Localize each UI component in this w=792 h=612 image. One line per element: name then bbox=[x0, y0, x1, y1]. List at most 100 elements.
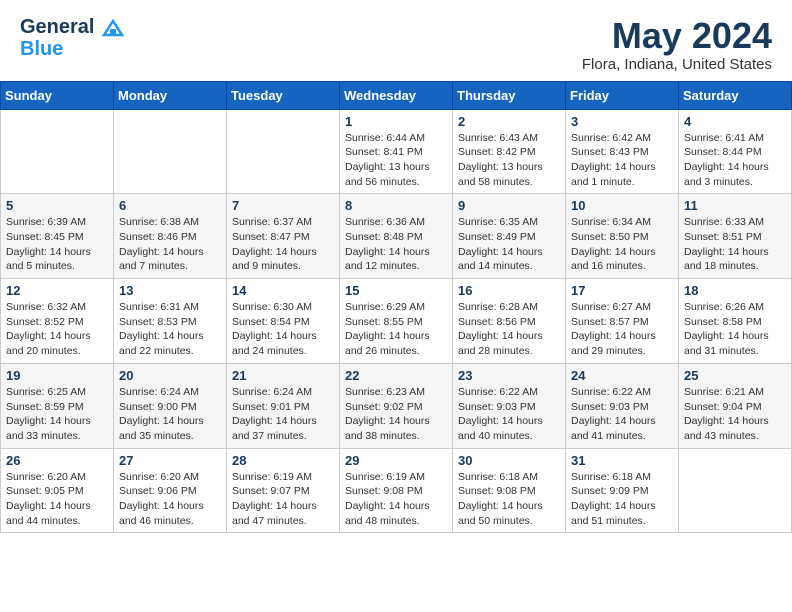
calendar-cell: 11Sunrise: 6:33 AM Sunset: 8:51 PM Dayli… bbox=[679, 194, 792, 279]
calendar-cell: 14 Sunrise: 6:30 AM Sunset: 8:54 PM Dayli… bbox=[227, 279, 340, 364]
day-info: Sunrise: 6:39 AM Sunset: 8:45 PM Dayligh… bbox=[6, 215, 108, 274]
calendar-week-row: 26 Sunrise: 6:20 AM Sunset: 9:05 PM Dayli… bbox=[1, 448, 792, 533]
calendar-cell: 18 Sunrise: 6:26 AM Sunset: 8:58 PM Dayli… bbox=[679, 279, 792, 364]
day-info: Sunrise: 6:18 AM Sunset: 9:08 PM Dayligh… bbox=[458, 470, 560, 529]
day-number: 12 bbox=[6, 283, 108, 298]
day-info: Sunrise: 6:32 AM Sunset: 8:52 PM Dayligh… bbox=[6, 300, 108, 359]
day-info: Sunrise: 6:30 AM Sunset: 8:54 PM Dayligh… bbox=[232, 300, 334, 359]
day-of-week-header: Thursday bbox=[453, 81, 566, 109]
day-number: 1 bbox=[345, 114, 447, 129]
calendar-cell: 2 Sunrise: 6:43 AM Sunset: 8:42 PM Daylig… bbox=[453, 109, 566, 194]
day-info: Sunrise: 6:22 AM Sunset: 9:03 PM Dayligh… bbox=[458, 385, 560, 444]
day-info: Sunrise: 6:23 AM Sunset: 9:02 PM Dayligh… bbox=[345, 385, 447, 444]
day-info: Sunrise: 6:18 AM Sunset: 9:09 PM Dayligh… bbox=[571, 470, 673, 529]
day-of-week-header: Sunday bbox=[1, 81, 114, 109]
day-number: 10 bbox=[571, 198, 673, 213]
calendar-cell: 24 Sunrise: 6:22 AM Sunset: 9:03 PM Dayli… bbox=[566, 363, 679, 448]
calendar-cell: 1 Sunrise: 6:44 AM Sunset: 8:41 PM Daylig… bbox=[340, 109, 453, 194]
day-number: 7 bbox=[232, 198, 334, 213]
day-number: 2 bbox=[458, 114, 560, 129]
day-number: 13 bbox=[119, 283, 221, 298]
calendar-cell: 15Sunrise: 6:29 AM Sunset: 8:55 PM Dayli… bbox=[340, 279, 453, 364]
day-info: Sunrise: 6:37 AM Sunset: 8:47 PM Dayligh… bbox=[232, 215, 334, 274]
day-number: 3 bbox=[571, 114, 673, 129]
day-number: 5 bbox=[6, 198, 108, 213]
day-info: Sunrise: 6:25 AM Sunset: 8:59 PM Dayligh… bbox=[6, 385, 108, 444]
calendar-cell: 30 Sunrise: 6:18 AM Sunset: 9:08 PM Dayli… bbox=[453, 448, 566, 533]
day-number: 11 bbox=[684, 198, 786, 213]
logo: General Blue bbox=[20, 16, 124, 60]
day-number: 16 bbox=[458, 283, 560, 298]
day-number: 19 bbox=[6, 368, 108, 383]
day-info: Sunrise: 6:24 AM Sunset: 9:00 PM Dayligh… bbox=[119, 385, 221, 444]
calendar-header-row: SundayMondayTuesdayWednesdayThursdayFrid… bbox=[1, 81, 792, 109]
day-info: Sunrise: 6:36 AM Sunset: 8:48 PM Dayligh… bbox=[345, 215, 447, 274]
day-number: 6 bbox=[119, 198, 221, 213]
calendar-cell: 25Sunrise: 6:21 AM Sunset: 9:04 PM Dayli… bbox=[679, 363, 792, 448]
day-number: 14 bbox=[232, 283, 334, 298]
day-number: 28 bbox=[232, 453, 334, 468]
day-info: Sunrise: 6:19 AM Sunset: 9:08 PM Dayligh… bbox=[345, 470, 447, 529]
calendar-cell bbox=[114, 109, 227, 194]
calendar-cell: 28Sunrise: 6:19 AM Sunset: 9:07 PM Dayli… bbox=[227, 448, 340, 533]
day-of-week-header: Saturday bbox=[679, 81, 792, 109]
calendar-cell: 29 Sunrise: 6:19 AM Sunset: 9:08 PM Dayli… bbox=[340, 448, 453, 533]
calendar-cell: 10 Sunrise: 6:34 AM Sunset: 8:50 PM Dayli… bbox=[566, 194, 679, 279]
day-number: 8 bbox=[345, 198, 447, 213]
calendar-cell: 21 Sunrise: 6:24 AM Sunset: 9:01 PM Dayli… bbox=[227, 363, 340, 448]
calendar-cell: 20 Sunrise: 6:24 AM Sunset: 9:00 PM Dayli… bbox=[114, 363, 227, 448]
day-info: Sunrise: 6:41 AM Sunset: 8:44 PM Dayligh… bbox=[684, 131, 786, 190]
day-info: Sunrise: 6:38 AM Sunset: 8:46 PM Dayligh… bbox=[119, 215, 221, 274]
day-of-week-header: Monday bbox=[114, 81, 227, 109]
day-number: 31 bbox=[571, 453, 673, 468]
day-info: Sunrise: 6:44 AM Sunset: 8:41 PM Dayligh… bbox=[345, 131, 447, 190]
calendar-cell bbox=[227, 109, 340, 194]
day-info: Sunrise: 6:24 AM Sunset: 9:01 PM Dayligh… bbox=[232, 385, 334, 444]
calendar-cell: 5 Sunrise: 6:39 AM Sunset: 8:45 PM Daylig… bbox=[1, 194, 114, 279]
day-info: Sunrise: 6:26 AM Sunset: 8:58 PM Dayligh… bbox=[684, 300, 786, 359]
day-of-week-header: Friday bbox=[566, 81, 679, 109]
day-info: Sunrise: 6:20 AM Sunset: 9:06 PM Dayligh… bbox=[119, 470, 221, 529]
day-info: Sunrise: 6:28 AM Sunset: 8:56 PM Dayligh… bbox=[458, 300, 560, 359]
calendar-cell: 4Sunrise: 6:41 AM Sunset: 8:44 PM Daylig… bbox=[679, 109, 792, 194]
calendar-table: SundayMondayTuesdayWednesdayThursdayFrid… bbox=[0, 81, 792, 534]
day-info: Sunrise: 6:42 AM Sunset: 8:43 PM Dayligh… bbox=[571, 131, 673, 190]
calendar-cell bbox=[1, 109, 114, 194]
day-of-week-header: Wednesday bbox=[340, 81, 453, 109]
day-number: 26 bbox=[6, 453, 108, 468]
day-info: Sunrise: 6:29 AM Sunset: 8:55 PM Dayligh… bbox=[345, 300, 447, 359]
day-number: 20 bbox=[119, 368, 221, 383]
day-info: Sunrise: 6:43 AM Sunset: 8:42 PM Dayligh… bbox=[458, 131, 560, 190]
day-number: 24 bbox=[571, 368, 673, 383]
day-number: 30 bbox=[458, 453, 560, 468]
day-info: Sunrise: 6:27 AM Sunset: 8:57 PM Dayligh… bbox=[571, 300, 673, 359]
day-info: Sunrise: 6:31 AM Sunset: 8:53 PM Dayligh… bbox=[119, 300, 221, 359]
day-number: 22 bbox=[345, 368, 447, 383]
logo-blue-text: Blue bbox=[20, 38, 124, 60]
day-of-week-header: Tuesday bbox=[227, 81, 340, 109]
calendar-cell: 9Sunrise: 6:35 AM Sunset: 8:49 PM Daylig… bbox=[453, 194, 566, 279]
day-number: 9 bbox=[458, 198, 560, 213]
day-number: 18 bbox=[684, 283, 786, 298]
calendar-week-row: 5 Sunrise: 6:39 AM Sunset: 8:45 PM Daylig… bbox=[1, 194, 792, 279]
calendar-week-row: 1 Sunrise: 6:44 AM Sunset: 8:41 PM Daylig… bbox=[1, 109, 792, 194]
logo-text: General bbox=[20, 16, 124, 38]
calendar-cell: 31 Sunrise: 6:18 AM Sunset: 9:09 PM Dayli… bbox=[566, 448, 679, 533]
day-info: Sunrise: 6:34 AM Sunset: 8:50 PM Dayligh… bbox=[571, 215, 673, 274]
day-info: Sunrise: 6:21 AM Sunset: 9:04 PM Dayligh… bbox=[684, 385, 786, 444]
calendar-cell: 6 Sunrise: 6:38 AM Sunset: 8:46 PM Daylig… bbox=[114, 194, 227, 279]
day-info: Sunrise: 6:20 AM Sunset: 9:05 PM Dayligh… bbox=[6, 470, 108, 529]
calendar-week-row: 19 Sunrise: 6:25 AM Sunset: 8:59 PM Dayli… bbox=[1, 363, 792, 448]
calendar-cell: 16 Sunrise: 6:28 AM Sunset: 8:56 PM Dayli… bbox=[453, 279, 566, 364]
day-number: 21 bbox=[232, 368, 334, 383]
title-block: May 2024 Flora, Indiana, United States bbox=[582, 16, 772, 73]
calendar-cell: 12 Sunrise: 6:32 AM Sunset: 8:52 PM Dayli… bbox=[1, 279, 114, 364]
calendar-cell: 23Sunrise: 6:22 AM Sunset: 9:03 PM Dayli… bbox=[453, 363, 566, 448]
day-number: 17 bbox=[571, 283, 673, 298]
calendar-cell bbox=[679, 448, 792, 533]
month-title: May 2024 bbox=[582, 16, 772, 56]
day-number: 29 bbox=[345, 453, 447, 468]
page-header: General Blue May 2024 Flora, Indiana, Un… bbox=[0, 0, 792, 81]
calendar-cell: 19 Sunrise: 6:25 AM Sunset: 8:59 PM Dayli… bbox=[1, 363, 114, 448]
day-info: Sunrise: 6:22 AM Sunset: 9:03 PM Dayligh… bbox=[571, 385, 673, 444]
